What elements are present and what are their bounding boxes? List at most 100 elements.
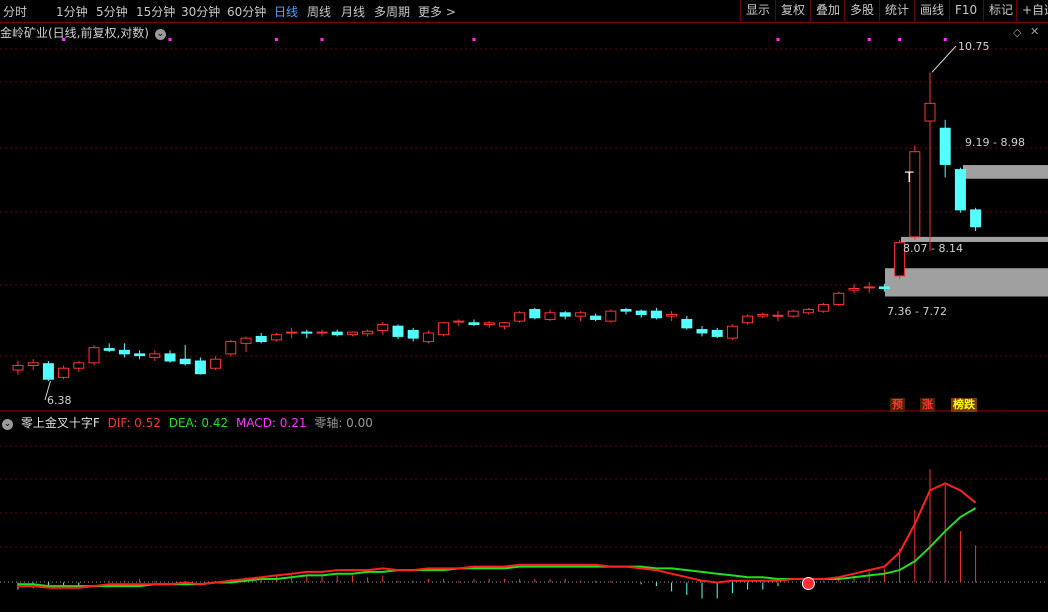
close-icon[interactable]: ✕ [1030,25,1039,38]
candle-body [134,353,146,357]
signal-dot [168,38,172,41]
badge-yu[interactable]: 预 [890,398,905,412]
zone-label-1: 9.19 - 8.98 [965,136,1025,149]
stock-title: 金岭矿业(日线,前复权,对数) [0,26,149,40]
chevron-down-icon[interactable]: ⌄ [2,419,13,430]
candle-body [225,341,237,355]
candle-body [210,358,222,369]
candle-body [12,364,24,371]
candle-body [954,169,966,211]
high-pointer [931,45,957,73]
candle-body [711,329,723,337]
signal-dot [320,38,324,41]
candlesticks [12,72,982,382]
diamond-icon[interactable]: ◇ [1013,26,1021,39]
candle-body [438,322,450,336]
candle-body [453,320,465,323]
signal-dot [898,38,902,41]
indicator-lines [18,482,977,589]
candle-body [574,312,586,317]
candle-body [848,288,860,291]
candle-body [666,313,678,317]
zero-axis-value: 零轴: 0.00 [314,416,373,430]
candle-body [833,292,845,306]
candle-body [605,310,617,322]
t-marker: T [905,170,914,186]
signal-dot [472,38,476,41]
candle-body [118,349,130,355]
price-zone [963,165,1048,179]
low-price-label: 6.38 [47,394,72,407]
candle-body [179,358,191,365]
candle-body [286,331,298,334]
candle-body [757,313,769,317]
candle-body [878,286,890,290]
candle-body [331,331,343,336]
candle-body [742,315,754,324]
candle-body [681,318,693,329]
candle-body [650,310,662,319]
candle-body [909,151,921,238]
candle-body [164,353,176,362]
candle-body [696,329,708,334]
candle-body [270,334,282,341]
candle-body [149,353,161,358]
candle-body [514,312,526,322]
candle-body [498,322,510,327]
candle-body [73,362,85,369]
candle-body [590,315,602,320]
signal-dot [274,38,278,41]
indicator-legend: ⌄ 零上金叉十字F DIF: 0.52 DEA: 0.42 MACD: 0.21… [0,414,377,431]
candle-body [422,332,434,343]
candle-body [301,331,313,334]
macd-value: MACD: 0.21 [235,416,307,430]
candle-body [802,308,814,314]
candle-body [635,310,647,315]
candle-body [392,325,404,337]
zone-label-2: 8.07 - 8.14 [903,242,963,255]
candle-body [88,347,100,364]
dea-value: DEA: 0.42 [168,416,229,430]
candle-body [544,312,556,320]
signal-marks [44,38,957,591]
candle-body [818,304,830,312]
candle-body [346,331,358,336]
candle-body [407,329,419,339]
candle-body [787,310,799,317]
indicator-name[interactable]: 零上金叉十字F [21,416,100,430]
candle-body [377,323,389,331]
candle-body [240,337,252,344]
candle-body [726,325,738,339]
candle-body [316,331,328,334]
signal-dot [943,38,947,41]
badge-rank[interactable]: 榜跌 [951,398,977,412]
candle-body [620,308,632,312]
signal-dot [867,38,871,41]
zone-label-3: 7.36 - 7.72 [887,305,947,318]
dif-line [18,482,977,589]
candle-body [103,348,115,351]
badge-zhang[interactable]: 涨 [920,398,935,412]
candle-body [924,102,936,122]
candle-body [362,330,374,335]
candle-body [939,127,951,165]
candle-body [58,367,70,378]
candle-body [194,360,206,375]
high-price-label: 10.75 [958,40,990,53]
signal-dot [776,38,780,41]
candle-body [559,312,571,317]
chart-title: 金岭矿业(日线,前复权,对数) ⌄ [0,24,166,41]
candle-body [468,322,480,325]
chevron-down-icon[interactable]: ⌄ [154,29,166,40]
signal-ball-icon [801,577,815,591]
candle-body [772,314,784,317]
candle-body [483,322,495,325]
candle-body [863,286,875,289]
candle-body [27,362,39,366]
dif-value: DIF: 0.52 [107,416,161,430]
candle-body [970,209,982,228]
candle-body [529,308,541,319]
candle-body [255,335,267,343]
candle-body [42,363,54,380]
price-zone [885,268,1048,297]
